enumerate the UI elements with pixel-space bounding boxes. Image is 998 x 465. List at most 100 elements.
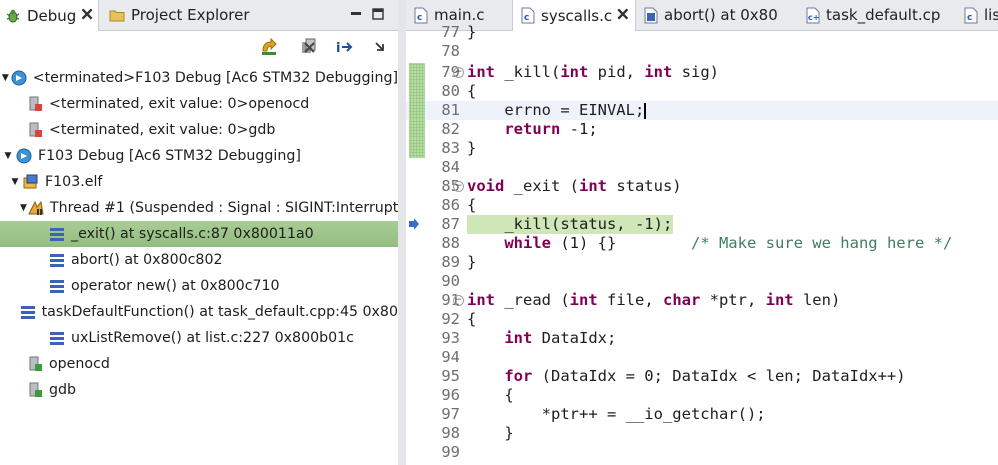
tree-item-label: abort() at 0x800c802 [71, 252, 223, 268]
stack-frame-item[interactable]: uxListRemove() at list.c:227 0x800b01c [0, 325, 398, 351]
code-line: 80 { [406, 82, 998, 101]
tree-item-openocd[interactable]: openocd [0, 351, 398, 377]
process-terminated-icon [29, 122, 42, 137]
remove-terminated-button[interactable] [297, 35, 321, 59]
stack-frame-icon [50, 254, 64, 267]
line-number: 88 [441, 234, 460, 252]
line-number: 89 [441, 253, 460, 271]
code-line: 90 [406, 272, 998, 291]
line-number: 78 [441, 42, 460, 60]
launch-item-terminated[interactable]: ▼ <terminated>F103 Debug [Ac6 STM32 Debu… [0, 65, 398, 91]
code-text: { [467, 386, 514, 404]
tree-item-label: _exit() at syscalls.c:87 0x80011a0 [71, 226, 314, 242]
line-number: 95 [441, 367, 460, 385]
svg-text:c: c [417, 13, 422, 23]
minimize-icon[interactable] [350, 8, 362, 20]
change-marker [409, 139, 425, 158]
stack-frame-icon [50, 332, 64, 345]
line-number: 83 [441, 139, 460, 157]
tree-item-label: F103.elf [45, 174, 103, 190]
tree-item-label: F103 Debug [Ac6 STM32 Debugging] [38, 148, 301, 164]
code-line: 78 [406, 42, 998, 61]
disassembly-file-icon [644, 7, 658, 23]
tree-item-label: <terminated, exit value: 0>openocd [49, 96, 310, 112]
tree-item-openocd-terminated[interactable]: <terminated, exit value: 0>openocd [0, 91, 398, 117]
code-text: { [467, 82, 477, 100]
stack-frame-item[interactable]: operator new() at 0x800c710 [0, 273, 398, 299]
change-marker [409, 101, 425, 120]
code-line: 95 for (DataIdx = 0; DataIdx < len; Data… [406, 367, 998, 386]
tree-item-label: operator new() at 0x800c710 [71, 278, 280, 294]
tree-item-label: Thread #1 (Suspended : Signal : SIGINT:I… [49, 200, 404, 216]
fold-collapse-icon[interactable]: − [453, 181, 464, 192]
svg-text:c: c [967, 13, 972, 23]
view-menu-button[interactable] [368, 35, 392, 59]
chevron-down-icon[interactable]: ▼ [8, 177, 22, 187]
code-line: 89 } [406, 253, 998, 272]
maximize-icon[interactable] [372, 8, 384, 20]
stack-frame-icon [20, 306, 35, 319]
line-number: 98 [441, 424, 460, 442]
code-text: _kill(status, -1); [467, 215, 673, 233]
debug-target-icon [23, 174, 38, 189]
code-text: *ptr++ = __io_getchar(); [467, 405, 766, 423]
change-marker [409, 120, 425, 139]
svg-text:c+: c+ [808, 13, 819, 22]
c-file-icon: c [414, 7, 428, 23]
chevron-down-icon[interactable]: ▼ [1, 73, 10, 83]
line-number: 81 [441, 101, 460, 119]
tree-item-thread[interactable]: ▼ Thread #1 (Suspended : Signal : SIGINT… [0, 195, 404, 221]
stack-frame-icon [50, 228, 64, 241]
bug-icon [6, 9, 20, 22]
code-line: 79 − int _kill(int pid, int sig) [406, 63, 998, 82]
folder-icon [109, 10, 125, 22]
tree-item-debug-target[interactable]: ▼ F103.elf [0, 169, 398, 195]
code-text: for (DataIdx = 0; DataIdx < len; DataIdx… [504, 367, 906, 385]
tree-item-gdb-terminated[interactable]: <terminated, exit value: 0>gdb [0, 117, 398, 143]
line-number: 97 [441, 405, 460, 423]
stack-frame-item[interactable]: abort() at 0x800c802 [0, 247, 398, 273]
stack-frame-item[interactable]: taskDefaultFunction() at task_default.cp… [0, 299, 398, 325]
c-file-icon: c [521, 7, 535, 24]
tab-project-explorer-label: Project Explorer [131, 6, 250, 24]
code-text: void _exit (int status) [467, 177, 682, 195]
step-return-icon [262, 37, 277, 55]
chevron-down-icon[interactable]: ▼ [1, 151, 15, 161]
process-terminated-icon [29, 96, 42, 111]
instruction-stepping-button[interactable]: i [333, 35, 357, 59]
tab-project-explorer[interactable]: Project Explorer [104, 0, 250, 30]
code-line: 93 int DataIdx; [406, 329, 998, 348]
code-line: 84 [406, 158, 998, 177]
debug-view: Debug 🗙 Project Explorer i ▼ <terminated… [0, 0, 404, 465]
instruction-stepping-icon: i [336, 41, 353, 56]
tab-label: task_default.cp [826, 6, 941, 24]
launch-item-active[interactable]: ▼ F103 Debug [Ac6 STM32 Debugging] [0, 143, 398, 169]
code-editor[interactable]: 77 } 78 79 − int _kill(int pid, int sig)… [406, 23, 998, 465]
code-line: 85 − void _exit (int status) [406, 177, 998, 196]
tab-debug[interactable]: Debug 🗙 [0, 0, 99, 31]
tree-item-gdb[interactable]: gdb [0, 377, 398, 403]
close-icon[interactable]: 🗙 [81, 3, 92, 28]
tab-label: main.c [434, 6, 485, 24]
cpp-file-icon: c+ [806, 7, 820, 23]
tab-label: abort() at 0x80 [664, 6, 778, 24]
pane-splitter[interactable] [398, 0, 406, 465]
code-line: 82 return -1; [406, 120, 998, 139]
stack-frame-item-selected[interactable]: _exit() at syscalls.c:87 0x80011a0 [0, 221, 398, 247]
code-text: } [467, 23, 477, 41]
code-text: errno = EINVAL; [467, 101, 645, 119]
fold-collapse-icon[interactable]: − [453, 67, 464, 78]
debug-view-tabbar: Debug 🗙 Project Explorer [0, 0, 398, 31]
code-line-current: 81 errno = EINVAL; [406, 101, 998, 120]
stack-frame-icon [50, 280, 64, 293]
line-number: 99 [441, 443, 460, 461]
line-number: 87 [441, 215, 460, 233]
code-text: return -1; [504, 120, 598, 138]
fold-collapse-icon[interactable]: − [453, 295, 464, 306]
code-text: int DataIdx; [504, 329, 617, 347]
tree-item-label: <terminated, exit value: 0>gdb [49, 122, 276, 138]
step-return-button[interactable] [257, 35, 281, 59]
tree-item-label: gdb [49, 382, 77, 398]
code-text: { [467, 196, 477, 214]
chevron-down-icon[interactable]: ▼ [20, 203, 27, 213]
